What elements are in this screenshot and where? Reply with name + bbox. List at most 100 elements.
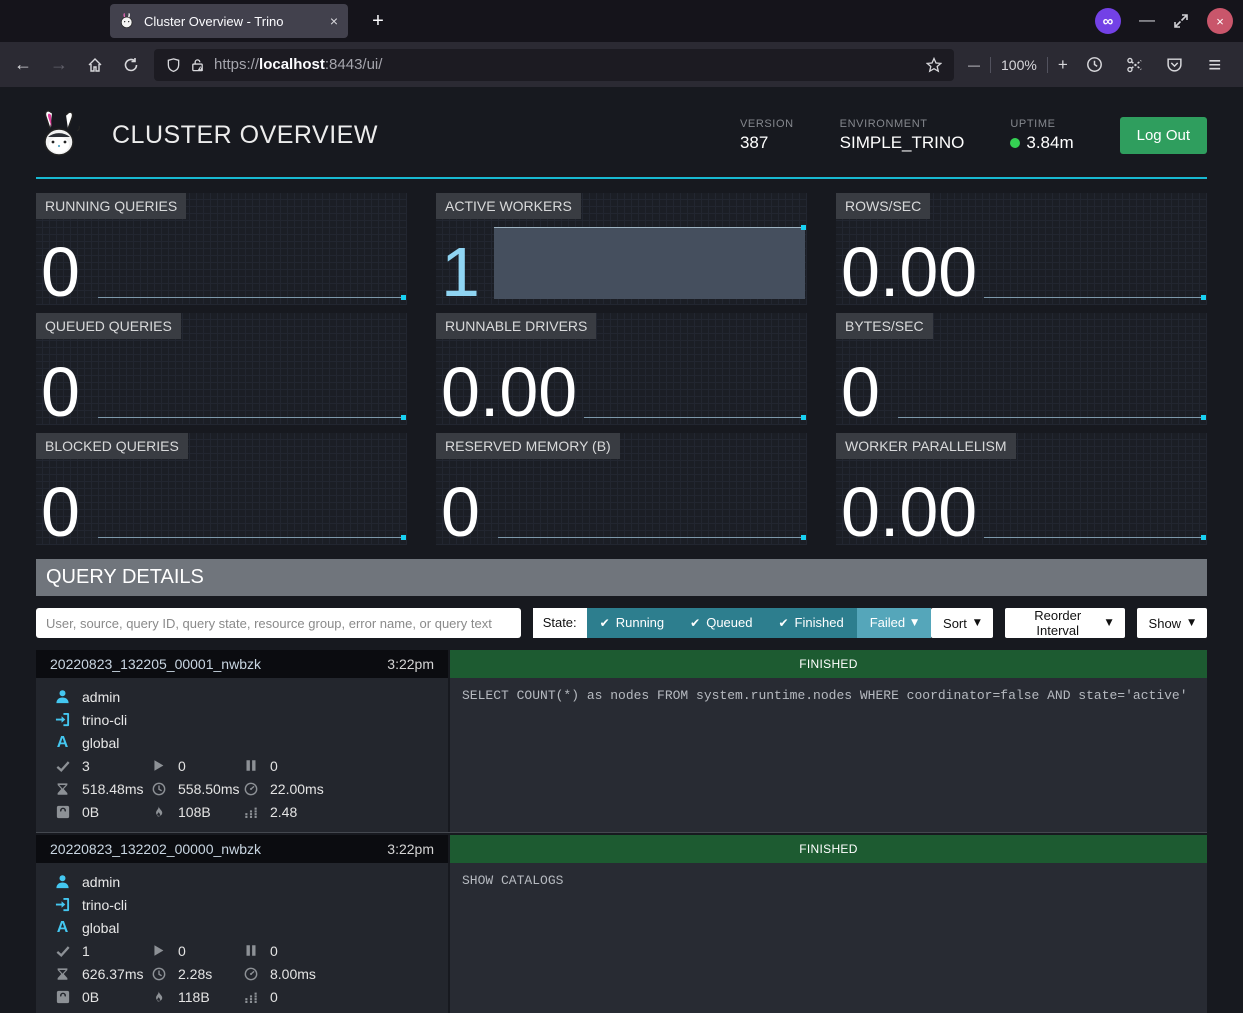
query-source: trino-cli <box>82 897 127 913</box>
user-icon <box>54 689 71 704</box>
window-titlebar: Cluster Overview - Trino × + ∞ — × <box>0 0 1243 42</box>
query-id-cell: 20220823_132202_00000_nwbzk 3:22pm <box>36 835 448 863</box>
stat-card-worker-parallelism: WORKER PARALLELISM 0.00 <box>836 433 1207 545</box>
check-icon: ✔ <box>690 608 700 638</box>
history-clock-icon[interactable] <box>1082 56 1108 73</box>
stat-value: 0.00 <box>841 479 977 546</box>
tracking-shield-icon[interactable] <box>166 57 181 73</box>
uptime-block: UPTIME 3.84m <box>1010 118 1073 153</box>
sparkline <box>498 537 805 538</box>
chevron-down-icon: ▼ <box>1188 618 1195 628</box>
sparkline <box>98 297 405 298</box>
query-time: 3:22pm <box>387 656 434 672</box>
stat-card-rows-sec: ROWS/SEC 0.00 <box>836 193 1207 305</box>
window-close-button[interactable]: × <box>1207 8 1233 34</box>
forward-button: → <box>46 54 72 75</box>
back-button[interactable]: ← <box>10 54 36 75</box>
stat-card-active-workers: ACTIVE WORKERS 1 <box>436 193 807 305</box>
query-meta-panel: admin trino-cli A global 1 0 0 <box>36 863 448 1013</box>
query-id-link[interactable]: 20220823_132205_00001_nwbzk <box>50 656 261 672</box>
bookmark-star-icon[interactable] <box>926 57 942 73</box>
sort-dropdown-button[interactable]: Sort ▼ <box>931 608 993 638</box>
wall-time-hourglass-icon <box>54 967 71 981</box>
state-filter-running[interactable]: ✔ Running <box>587 608 678 638</box>
container-badge-icon[interactable]: ∞ <box>1095 8 1121 34</box>
stat-card-runnable-drivers: RUNNABLE DRIVERS 0.00 <box>436 313 807 425</box>
chevron-down-icon: ▼ <box>1106 618 1113 628</box>
cumulative-memory-chart-icon <box>242 805 259 818</box>
pocket-icon[interactable] <box>1162 56 1188 73</box>
stat-value: 0 <box>441 479 480 546</box>
menu-hamburger-icon[interactable]: ≡ <box>1202 52 1228 78</box>
wall-time-hourglass-icon <box>54 782 71 796</box>
environment-label: ENVIRONMENT <box>840 118 965 130</box>
window-restore-button[interactable] <box>1173 13 1189 29</box>
stat-value: 0.00 <box>441 359 577 426</box>
uptime-status-dot <box>1010 138 1020 148</box>
new-tab-button[interactable]: + <box>364 10 392 33</box>
reorder-interval-dropdown-button[interactable]: Reorder Interval ▼ <box>1005 608 1125 638</box>
peak-memory: 108B <box>178 804 211 820</box>
cluster-stats-grid: RUNNING QUERIES 0 ACTIVE WORKERS 1 ROWS/… <box>36 193 1207 545</box>
zoom-out-button[interactable]: — <box>968 58 980 72</box>
stat-card-bytes-sec: BYTES/SEC 0 <box>836 313 1207 425</box>
execution-time: 8.00ms <box>270 966 316 982</box>
zoom-in-button[interactable]: + <box>1058 55 1068 75</box>
stat-value: 0 <box>841 359 880 426</box>
screenshot-scissors-icon[interactable] <box>1122 56 1148 74</box>
trino-cluster-overview-page: CLUSTER OVERVIEW VERSION 387 ENVIRONMENT… <box>0 87 1243 1013</box>
zoom-level[interactable]: 100% <box>1001 57 1037 73</box>
query-text: SELECT COUNT(*) as nodes FROM system.run… <box>450 678 1207 832</box>
state-filter-finished[interactable]: ✔ Finished <box>765 608 856 638</box>
query-card: 20220823_132205_00001_nwbzk 3:22pm FINIS… <box>36 650 1207 833</box>
state-filter-queued[interactable]: ✔ Queued <box>677 608 765 638</box>
queued-splits-pause-icon <box>242 759 259 772</box>
query-source: trino-cli <box>82 712 127 728</box>
query-filter-toolbar: State: ✔ Running ✔ Queued ✔ Finished Fai… <box>36 608 1207 638</box>
home-button[interactable] <box>82 57 108 73</box>
cumulative-memory-chart-icon <box>242 990 259 1003</box>
environment-block: ENVIRONMENT SIMPLE_TRINO <box>840 118 965 153</box>
connection-lock-warning-icon[interactable] <box>190 57 205 73</box>
query-text: SHOW CATALOGS <box>450 863 1207 1013</box>
state-filter-label: State: <box>533 608 587 638</box>
queued-splits-pause-icon <box>242 944 259 957</box>
completed-splits-check-icon <box>54 944 71 958</box>
running-splits-play-icon <box>150 759 167 772</box>
completed-splits-check-icon <box>54 759 71 773</box>
reload-button[interactable] <box>118 57 144 73</box>
stat-card-blocked-queries: BLOCKED QUERIES 0 <box>36 433 407 545</box>
tab-title: Cluster Overview - Trino <box>144 14 322 29</box>
trino-bunny-logo <box>36 109 86 161</box>
stat-value: 1 <box>441 239 480 306</box>
logout-button[interactable]: Log Out <box>1120 117 1207 154</box>
browser-tab[interactable]: Cluster Overview - Trino × <box>110 4 348 38</box>
chevron-down-icon: ▼ <box>974 618 981 628</box>
state-filter-failed-dropdown[interactable]: Failed ▼ <box>857 608 931 638</box>
uptime-label: UPTIME <box>1010 118 1073 130</box>
stat-value: 0 <box>41 239 80 306</box>
running-splits-play-icon <box>150 944 167 957</box>
uptime-value: 3.84m <box>1026 133 1073 153</box>
window-minimize-button[interactable]: — <box>1139 12 1155 30</box>
query-search-input[interactable] <box>36 608 521 638</box>
tab-close-icon[interactable]: × <box>330 13 338 29</box>
query-user: admin <box>82 689 120 705</box>
cpu-time: 2.28s <box>178 966 212 982</box>
cpu-time-clock-icon <box>150 782 167 796</box>
url-bar[interactable]: https://localhost:8443/ui/ <box>154 49 954 81</box>
query-card: 20220823_132202_00000_nwbzk 3:22pm FINIS… <box>36 835 1207 1013</box>
wall-time: 518.48ms <box>82 781 143 797</box>
cpu-time-clock-icon <box>150 967 167 981</box>
peak-memory: 118B <box>178 989 210 1005</box>
show-dropdown-button[interactable]: Show ▼ <box>1137 608 1207 638</box>
current-memory: 0B <box>82 804 99 820</box>
execution-time-gauge-icon <box>242 967 259 981</box>
queued-splits: 0 <box>270 758 278 774</box>
query-id-link[interactable]: 20220823_132202_00000_nwbzk <box>50 841 261 857</box>
stat-value: 0.00 <box>841 239 977 306</box>
sparkline <box>898 417 1205 418</box>
stat-card-queued-queries: QUEUED QUERIES 0 <box>36 313 407 425</box>
wall-time: 626.37ms <box>82 966 143 982</box>
query-status-badge: FINISHED <box>450 650 1207 678</box>
